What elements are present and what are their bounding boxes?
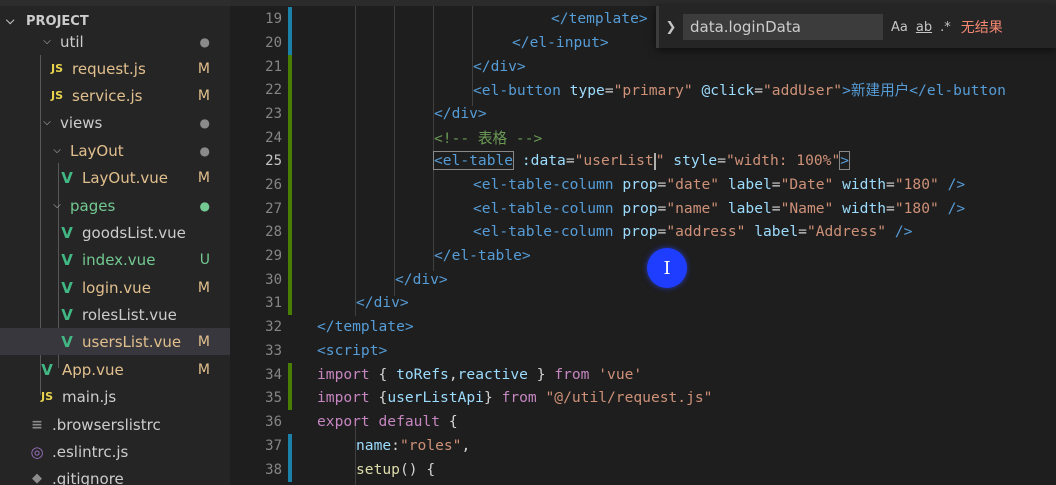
vue-file-icon: V: [41, 360, 53, 379]
git-untracked-badge: U: [199, 251, 210, 268]
text-file-icon: ≡: [31, 416, 43, 433]
tree-folder-util[interactable]: ⌵ util ●: [0, 28, 230, 55]
find-input[interactable]: [683, 14, 883, 40]
vue-file-icon: V: [61, 250, 73, 269]
gutter-added-marker: [288, 386, 292, 410]
code-line[interactable]: 36 export default {: [230, 410, 1056, 434]
vue-file-icon: V: [61, 223, 73, 242]
tree-file-service-js[interactable]: JS service.js M: [0, 82, 230, 109]
tree-folder-views[interactable]: ⌵ views ●: [0, 109, 230, 136]
untracked-dot-badge: ●: [199, 198, 210, 213]
tree-folder-layout[interactable]: ⌵ LayOut ●: [0, 137, 230, 164]
modified-dot-badge: ●: [199, 34, 210, 49]
tree-file-userslist-vue[interactable]: V usersList.vue M: [0, 328, 230, 356]
tree-folder-pages[interactable]: ⌵ pages ●: [0, 192, 230, 219]
text-cursor-icon: I: [663, 257, 671, 279]
git-modified-badge: M: [197, 60, 210, 77]
find-result-status: 无结果: [960, 20, 1003, 36]
git-icon: ◆: [32, 471, 42, 485]
chevron-right-icon[interactable]: ❯: [659, 20, 683, 35]
js-file-icon: JS: [50, 89, 63, 103]
code-line[interactable]: 25 <el-table :data="userList " style="wid…: [230, 149, 1056, 173]
tree-file-eslintrc-js[interactable]: ◎ .eslintrc.js: [0, 438, 230, 465]
tree-file-goodslist-vue[interactable]: V goodsList.vue: [0, 219, 230, 246]
git-modified-badge: M: [197, 279, 210, 296]
gutter-modified-marker: [288, 458, 292, 482]
tree-file-request-js[interactable]: JS request.js M: [0, 55, 230, 82]
code-editor[interactable]: 19 </template> 20 </el-input> 21 </div> …: [230, 0, 1056, 485]
chevron-down-icon: ⌵: [43, 117, 51, 129]
tree-file-roleslist-vue[interactable]: V rolesList.vue: [0, 301, 230, 328]
gutter-added-marker: [288, 244, 292, 268]
find-widget: ❯ Aa ab .* 无结果: [656, 6, 1056, 48]
code-line[interactable]: 30 </div>: [230, 268, 1056, 292]
explorer-sidebar: ⌵ PROJECT ⌵ util ● JS request.js M JS se…: [0, 0, 230, 485]
gutter-modified-marker: [288, 434, 292, 458]
mouse-pointer-highlight: I: [647, 248, 687, 288]
code-line[interactable]: 26 <el-table-column prop="date" label="D…: [230, 173, 1056, 197]
code-line[interactable]: 31 </div>: [230, 291, 1056, 315]
gutter-added-marker: [288, 363, 292, 387]
js-file-icon: JS: [40, 390, 53, 404]
chevron-down-icon: ⌵: [6, 14, 15, 27]
git-modified-badge: M: [197, 333, 210, 350]
gutter-added-marker: [288, 102, 292, 126]
gutter-modified-marker: [288, 31, 292, 55]
gutter-added-marker: [288, 197, 292, 221]
code-line[interactable]: 34 import { toRefs,reactive } from 'vue': [230, 363, 1056, 387]
gutter-added-marker: [288, 149, 292, 173]
code-line[interactable]: 27 <el-table-column prop="name" label="N…: [230, 197, 1056, 221]
code-line[interactable]: 29 </el-table>: [230, 244, 1056, 268]
gutter-added-marker: [288, 268, 292, 292]
gutter-added-marker: [288, 173, 292, 197]
tree-file-login-vue[interactable]: V login.vue M: [0, 274, 230, 301]
js-file-icon: JS: [50, 62, 63, 76]
modified-dot-badge: ●: [199, 115, 210, 130]
eslint-icon: ◎: [30, 442, 44, 461]
tree-file-layout-vue[interactable]: V LayOut.vue M: [0, 164, 230, 191]
chevron-down-icon: ⌵: [53, 145, 61, 157]
gutter-modified-marker: [288, 7, 292, 31]
code-line[interactable]: 22 <el-button type="primary" @click="add…: [230, 78, 1056, 102]
code-line[interactable]: 37 name:"roles",: [230, 434, 1056, 458]
vue-file-icon: V: [61, 278, 73, 297]
code-line[interactable]: 28 <el-table-column prop="address" label…: [230, 220, 1056, 244]
code-line[interactable]: 35 import {userListApi} from "@/util/req…: [230, 386, 1056, 410]
sidebar-tabstrip: [0, 0, 230, 6]
section-title: PROJECT: [26, 13, 89, 29]
vue-file-icon: V: [61, 168, 73, 187]
match-case-toggle[interactable]: Aa: [891, 20, 908, 35]
code-line[interactable]: 24 <!-- 表格 -->: [230, 126, 1056, 150]
gutter-added-marker: [288, 78, 292, 102]
gutter-added-marker: [288, 55, 292, 79]
code-line[interactable]: 23 </div>: [230, 102, 1056, 126]
code-line[interactable]: 21 </div>: [230, 55, 1056, 79]
gutter-added-marker: [288, 220, 292, 244]
use-regex-toggle[interactable]: .*: [940, 20, 951, 35]
vue-file-icon: V: [61, 332, 73, 351]
git-modified-badge: M: [197, 87, 210, 104]
tree-file-browserslistrc[interactable]: ≡ .browserslistrc: [0, 411, 230, 438]
tree-file-main-js[interactable]: JS main.js: [0, 383, 230, 410]
vue-file-icon: V: [61, 305, 73, 324]
git-modified-badge: M: [197, 169, 210, 186]
modified-dot-badge: ●: [199, 143, 210, 158]
code-line[interactable]: 32 </template>: [230, 315, 1056, 339]
code-line[interactable]: 38 setup() {: [230, 458, 1056, 482]
chevron-down-icon: ⌵: [53, 200, 61, 212]
gutter-added-marker: [288, 291, 292, 315]
gutter-added-marker: [288, 126, 292, 150]
tree-file-gitignore[interactable]: ◆ .gitignore: [0, 465, 230, 485]
code-line[interactable]: 33 <script>: [230, 339, 1056, 363]
tree-file-index-vue[interactable]: V index.vue U: [0, 246, 230, 273]
match-whole-word-toggle[interactable]: ab: [916, 20, 932, 35]
chevron-down-icon: ⌵: [43, 36, 51, 48]
git-modified-badge: M: [197, 361, 210, 378]
tree-file-app-vue[interactable]: V App.vue M: [0, 356, 230, 383]
